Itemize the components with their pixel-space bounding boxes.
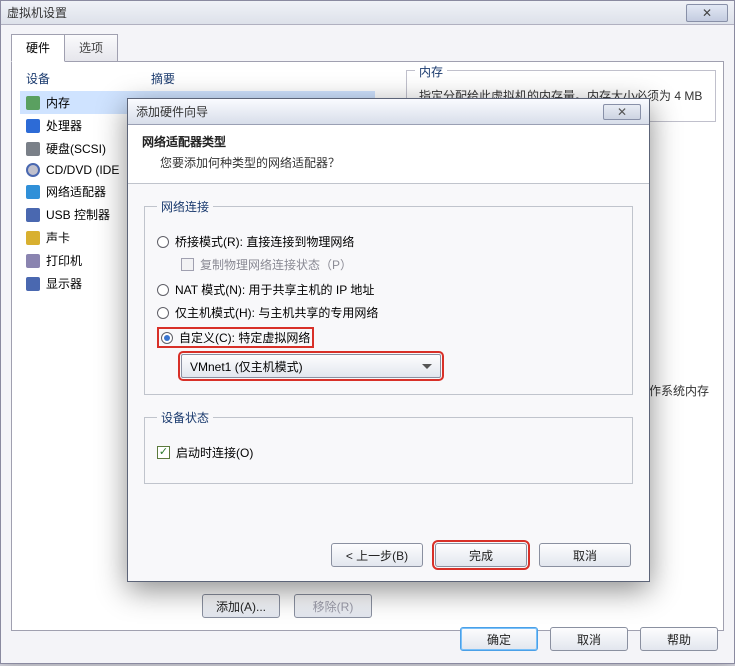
wizard-titlebar: 添加硬件向导 ✕ bbox=[128, 99, 649, 125]
vmnet-combo[interactable]: VMnet1 (仅主机模式) bbox=[181, 354, 441, 378]
combo-value: VMnet1 (仅主机模式) bbox=[190, 358, 303, 375]
add-hardware-wizard: 添加硬件向导 ✕ 网络适配器类型 您要添加何种类型的网络适配器？ 网络连接 桥接… bbox=[127, 98, 650, 582]
wizard-footer: < 上一步(B) 完成 取消 bbox=[331, 543, 631, 567]
radio-icon bbox=[157, 284, 169, 296]
checkbox-label: 启动时连接(O) bbox=[176, 444, 253, 461]
hdd-icon bbox=[26, 142, 40, 156]
network-connection-group: 网络连接 桥接模式(R): 直接连接到物理网络 复制物理网络连接状态（P） NA… bbox=[144, 198, 633, 395]
sound-icon bbox=[26, 231, 40, 245]
wizard-heading: 网络适配器类型 bbox=[142, 133, 635, 150]
close-x-icon: ✕ bbox=[617, 105, 627, 119]
cd-icon bbox=[26, 163, 40, 177]
wizard-header: 网络适配器类型 您要添加何种类型的网络适配器？ bbox=[128, 125, 649, 184]
settings-titlebar: 虚拟机设置 ✕ bbox=[1, 1, 734, 25]
close-x-icon: ✕ bbox=[702, 6, 712, 20]
wizard-cancel-button[interactable]: 取消 bbox=[539, 543, 631, 567]
help-button[interactable]: 帮助 bbox=[640, 627, 718, 651]
radio-label: 仅主机模式(H): 与主机共享的专用网络 bbox=[175, 304, 378, 321]
col-device: 设备 bbox=[26, 70, 151, 87]
device-state-legend: 设备状态 bbox=[157, 409, 213, 426]
remove-device-button: 移除(R) bbox=[294, 594, 372, 618]
radio-icon bbox=[157, 236, 169, 248]
memory-icon bbox=[26, 96, 40, 110]
wizard-title: 添加硬件向导 bbox=[136, 103, 603, 120]
back-button[interactable]: < 上一步(B) bbox=[331, 543, 423, 567]
wizard-body: 网络连接 桥接模式(R): 直接连接到物理网络 复制物理网络连接状态（P） NA… bbox=[128, 184, 649, 508]
radio-bridged[interactable]: 桥接模式(R): 直接连接到物理网络 bbox=[157, 233, 620, 250]
checkbox-connect-on-start[interactable]: 启动时连接(O) bbox=[157, 444, 620, 461]
checkbox-icon bbox=[181, 258, 194, 271]
radio-nat[interactable]: NAT 模式(N): 用于共享主机的 IP 地址 bbox=[157, 281, 620, 298]
device-list-header: 设备 摘要 bbox=[20, 70, 375, 91]
tabs: 硬件 选项 bbox=[11, 33, 734, 61]
memory-legend: 内存 bbox=[415, 65, 447, 79]
ok-button[interactable]: 确定 bbox=[460, 627, 538, 651]
radio-icon bbox=[161, 332, 173, 344]
radio-custom[interactable]: 自定义(C): 特定虚拟网络 bbox=[157, 327, 314, 348]
device-buttons: 添加(A)... 移除(R) bbox=[202, 594, 372, 618]
checkbox-replicate-disabled: 复制物理网络连接状态（P） bbox=[181, 256, 620, 273]
usb-icon bbox=[26, 208, 40, 222]
tab-options[interactable]: 选项 bbox=[64, 34, 118, 62]
display-icon bbox=[26, 277, 40, 291]
settings-window-title: 虚拟机设置 bbox=[7, 4, 686, 21]
radio-icon bbox=[157, 307, 169, 319]
checkbox-icon bbox=[157, 446, 170, 459]
checkbox-label: 复制物理网络连接状态（P） bbox=[200, 256, 352, 273]
settings-close-button[interactable]: ✕ bbox=[686, 4, 728, 22]
radio-label: NAT 模式(N): 用于共享主机的 IP 地址 bbox=[175, 281, 374, 298]
printer-icon bbox=[26, 254, 40, 268]
finish-button[interactable]: 完成 bbox=[435, 543, 527, 567]
radio-label: 自定义(C): 特定虚拟网络 bbox=[179, 329, 310, 346]
wizard-close-button[interactable]: ✕ bbox=[603, 104, 641, 120]
add-device-button[interactable]: 添加(A)... bbox=[202, 594, 280, 618]
tab-hardware[interactable]: 硬件 bbox=[11, 34, 65, 62]
device-state-group: 设备状态 启动时连接(O) bbox=[144, 409, 633, 484]
cancel-button[interactable]: 取消 bbox=[550, 627, 628, 651]
radio-label: 桥接模式(R): 直接连接到物理网络 bbox=[175, 233, 354, 250]
radio-hostonly[interactable]: 仅主机模式(H): 与主机共享的专用网络 bbox=[157, 304, 620, 321]
network-connection-legend: 网络连接 bbox=[157, 198, 213, 215]
col-summary: 摘要 bbox=[151, 70, 175, 87]
network-icon bbox=[26, 185, 40, 199]
cpu-icon bbox=[26, 119, 40, 133]
wizard-subheading: 您要添加何种类型的网络适配器？ bbox=[160, 154, 635, 171]
settings-footer: 确定 取消 帮助 bbox=[460, 627, 718, 651]
